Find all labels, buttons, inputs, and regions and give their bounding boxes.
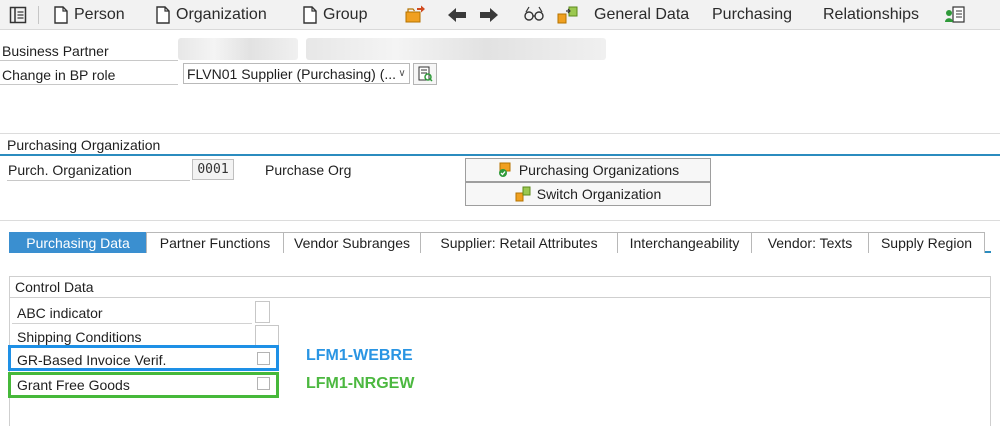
business-partner-label: Business Partner bbox=[2, 43, 109, 59]
relationships-label: Relationships bbox=[823, 6, 920, 23]
business-partner-number-redacted bbox=[178, 38, 298, 60]
shipping-conditions-label: Shipping Conditions bbox=[17, 329, 142, 345]
switch-icon bbox=[557, 5, 579, 25]
webre-annotation: LFM1-WEBRE bbox=[306, 347, 413, 364]
field-underline bbox=[12, 323, 252, 324]
tab-strip: Purchasing Data Partner Functions Vendor… bbox=[9, 232, 991, 253]
person-label: Person bbox=[74, 6, 125, 23]
arrow-right-icon bbox=[479, 7, 499, 23]
role-details-button[interactable] bbox=[413, 63, 437, 85]
tab-interchangeability[interactable]: Interchangeability bbox=[617, 232, 752, 253]
glasses-icon bbox=[523, 5, 545, 25]
tab-label: Interchangeability bbox=[629, 235, 740, 251]
layout-icon[interactable] bbox=[9, 0, 27, 30]
layout-icon bbox=[9, 6, 27, 24]
tab-vendor-subranges[interactable]: Vendor Subranges bbox=[283, 232, 421, 253]
tab-purchasing-data[interactable]: Purchasing Data bbox=[9, 232, 147, 253]
application-toolbar: Person Organization Group General Data P… bbox=[0, 0, 1000, 30]
switch-button[interactable] bbox=[557, 0, 579, 30]
abc-indicator-label: ABC indicator bbox=[17, 305, 103, 321]
toolbar-separator bbox=[38, 6, 39, 24]
user-document-icon bbox=[944, 5, 966, 25]
purchasing-button[interactable]: Purchasing bbox=[712, 0, 792, 30]
back-button[interactable] bbox=[447, 0, 467, 30]
tab-label: Vendor Subranges bbox=[294, 235, 410, 251]
webre-highlight-box bbox=[8, 345, 279, 371]
organization-button[interactable]: Organization bbox=[156, 0, 267, 30]
tab-label: Purchasing Data bbox=[26, 235, 130, 251]
purch-organization-label: Purch. Organization bbox=[8, 162, 132, 178]
field-underline bbox=[7, 180, 190, 181]
business-partner-name-redacted bbox=[306, 38, 606, 60]
field-underline bbox=[0, 84, 178, 85]
document-icon bbox=[54, 6, 68, 24]
person-button[interactable]: Person bbox=[54, 0, 125, 30]
arrow-left-icon bbox=[447, 7, 467, 23]
relationships-button[interactable]: Relationships bbox=[823, 0, 919, 30]
open-button[interactable] bbox=[404, 0, 426, 30]
switch-organization-button[interactable]: Switch Organization bbox=[465, 182, 711, 206]
purchasing-label: Purchasing bbox=[712, 6, 793, 23]
tab-supplier-retail-attributes[interactable]: Supplier: Retail Attributes bbox=[420, 232, 618, 253]
purchasing-organization-title: Purchasing Organization bbox=[7, 137, 161, 153]
group-divider bbox=[9, 297, 991, 298]
nrgew-highlight-box bbox=[8, 372, 279, 398]
switch-organization-label: Switch Organization bbox=[536, 186, 662, 202]
tab-vendor-texts[interactable]: Vendor: Texts bbox=[751, 232, 869, 253]
chevron-down-icon: ∨ bbox=[398, 68, 406, 79]
tab-partner-functions[interactable]: Partner Functions bbox=[146, 232, 284, 253]
document-icon bbox=[156, 6, 170, 24]
open-folder-icon bbox=[404, 5, 426, 25]
section-divider bbox=[0, 154, 1000, 156]
field-underline bbox=[0, 60, 178, 61]
change-in-bp-role-label: Change in BP role bbox=[2, 67, 116, 83]
switch-icon bbox=[515, 186, 531, 202]
relationship-user-button[interactable] bbox=[944, 0, 966, 30]
group-button[interactable]: Group bbox=[303, 0, 367, 30]
organization-label: Organization bbox=[176, 6, 267, 23]
abc-indicator-input[interactable] bbox=[255, 301, 270, 323]
nrgew-annotation: LFM1-NRGEW bbox=[306, 375, 415, 392]
tab-label: Supply Region bbox=[880, 235, 973, 251]
purchasing-organizations-label: Purchasing Organizations bbox=[518, 162, 680, 178]
divider bbox=[0, 133, 1000, 134]
purch-organization-code: 0001 bbox=[192, 159, 234, 180]
details-icon bbox=[417, 66, 433, 82]
bp-role-dropdown[interactable]: FLVN01 Supplier (Purchasing) (... ∨ bbox=[183, 63, 410, 84]
bp-role-value: FLVN01 Supplier (Purchasing) (... bbox=[187, 65, 395, 82]
general-data-button[interactable]: General Data bbox=[594, 0, 689, 30]
tab-label: Partner Functions bbox=[159, 235, 271, 251]
general-data-label: General Data bbox=[594, 6, 690, 23]
divider bbox=[0, 220, 1000, 221]
tab-label: Supplier: Retail Attributes bbox=[440, 235, 598, 251]
purch-organization-description: Purchase Org bbox=[265, 162, 352, 178]
tab-label: Vendor: Texts bbox=[767, 235, 853, 251]
control-data-title: Control Data bbox=[15, 279, 94, 295]
tab-supply-region[interactable]: Supply Region bbox=[868, 232, 985, 253]
glasses-button[interactable] bbox=[523, 0, 545, 30]
group-label: Group bbox=[323, 6, 368, 23]
purchasing-organizations-icon bbox=[497, 162, 513, 178]
purchasing-organizations-button[interactable]: Purchasing Organizations bbox=[465, 158, 711, 182]
forward-button[interactable] bbox=[479, 0, 499, 30]
shipping-conditions-input[interactable] bbox=[255, 325, 279, 347]
document-icon bbox=[303, 6, 317, 24]
